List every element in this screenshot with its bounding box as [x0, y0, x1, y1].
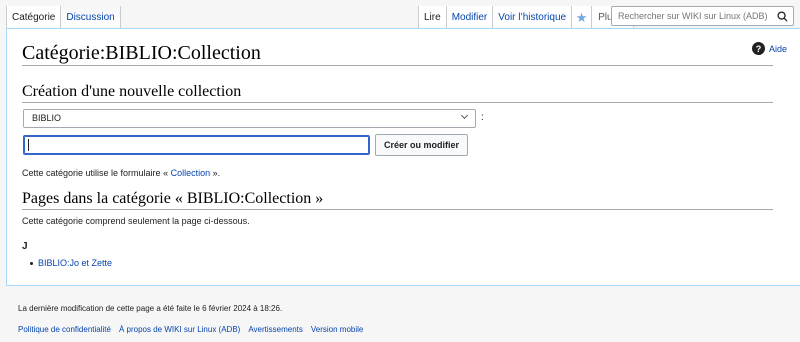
search-input[interactable]: [618, 11, 778, 21]
tab-category[interactable]: Catégorie: [6, 6, 61, 29]
category-description: Cette catégorie comprend seulement la pa…: [22, 216, 250, 226]
view-tabs: Lire Modifier Voir l’historique ★ Plus: [418, 6, 634, 29]
footer-link-privacy[interactable]: Politique de confidentialité: [18, 325, 111, 334]
title-divider: [22, 65, 773, 66]
category-pages-heading: Pages dans la catégorie « BIBLIO:Collect…: [22, 190, 324, 207]
section-divider: [22, 102, 773, 103]
help-icon: ?: [752, 42, 765, 55]
help-link[interactable]: ? Aide: [752, 42, 787, 55]
tab-read[interactable]: Lire: [418, 6, 446, 29]
tab-history[interactable]: Voir l’historique: [492, 6, 572, 29]
content-panel: Catégorie:BIBLIO:Collection ? Aide Créat…: [6, 28, 800, 286]
form-note: Cette catégorie utilise le formulaire « …: [22, 168, 221, 178]
star-icon: ★: [575, 10, 588, 25]
text-caret: [28, 139, 29, 151]
footer-link-disclaimers[interactable]: Avertissements: [248, 325, 303, 334]
search-icon[interactable]: [777, 11, 788, 22]
tabs-bar: Catégorie Discussion Lire Modifier Voir …: [0, 0, 800, 29]
search-box: [611, 6, 794, 26]
page-title: Catégorie:BIBLIO:Collection: [22, 42, 261, 64]
colon-separator: :: [481, 112, 484, 123]
list-item: BIBLIO:Jo et Zette: [30, 258, 112, 268]
last-modified: La dernière modification de cette page a…: [18, 304, 283, 313]
index-letter: J: [22, 241, 28, 252]
creation-heading: Création d'une nouvelle collection: [22, 83, 242, 100]
category-page-link[interactable]: BIBLIO:Jo et Zette: [38, 258, 112, 268]
tab-edit[interactable]: Modifier: [445, 6, 493, 29]
footer-links: Politique de confidentialité À propos de…: [18, 325, 363, 334]
section-divider: [22, 209, 773, 210]
bullet-icon: [30, 261, 33, 265]
namespace-tabs: Catégorie Discussion: [6, 6, 121, 29]
namespace-select[interactable]: BIBLIO: [23, 109, 476, 128]
create-or-edit-button[interactable]: Créer ou modifier: [375, 134, 468, 156]
watch-button[interactable]: ★: [571, 6, 592, 29]
form-link[interactable]: Collection: [171, 168, 211, 178]
chevron-down-icon: [460, 111, 469, 120]
help-label[interactable]: Aide: [769, 44, 787, 54]
footer-link-mobile[interactable]: Version mobile: [311, 325, 363, 334]
footer-link-about[interactable]: À propos de WIKI sur Linux (ADB): [119, 325, 240, 334]
namespace-select-value: BIBLIO: [32, 113, 62, 123]
tab-discussion[interactable]: Discussion: [60, 6, 121, 29]
page-name-input[interactable]: [23, 135, 370, 155]
